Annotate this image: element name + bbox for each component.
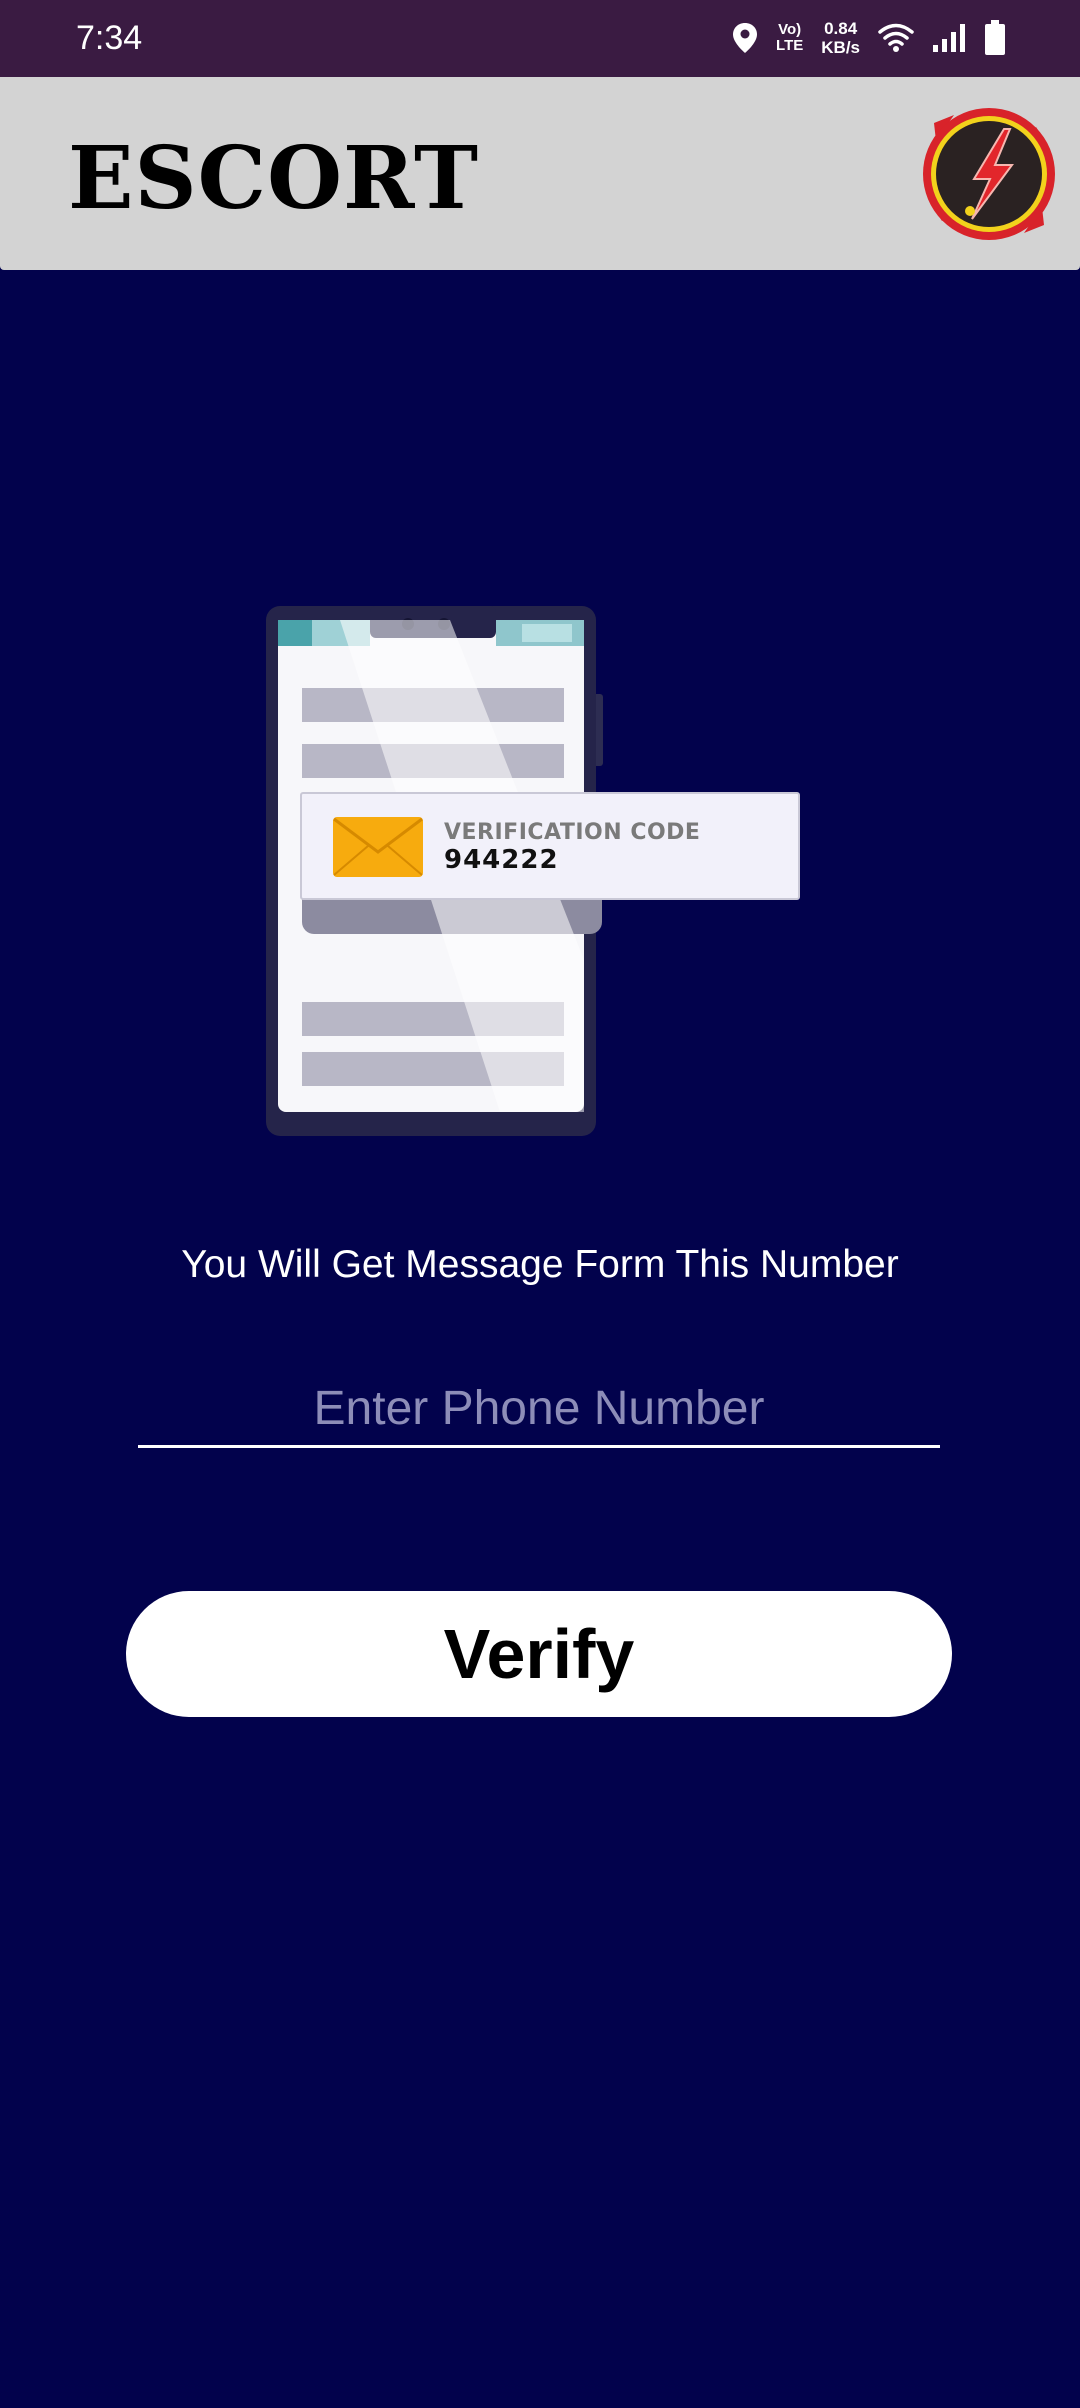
status-icons: Vo) LTE 0.84 KB/s <box>732 14 1006 62</box>
verification-card: VERIFICATION CODE 944222 <box>300 792 800 900</box>
location-icon <box>732 22 758 54</box>
network-speed: 0.84 KB/s <box>821 19 860 57</box>
verification-code-value: 944222 <box>444 845 559 875</box>
lte-label: LTE <box>776 37 804 54</box>
phone-number-input[interactable] <box>138 1372 940 1448</box>
lightning-bolt-logo-icon[interactable] <box>916 101 1062 247</box>
volte-lte-icon: Vo) LTE <box>776 22 803 54</box>
battery-icon <box>984 20 1006 56</box>
wifi-icon <box>878 23 914 53</box>
verify-button[interactable]: Verify <box>126 1591 952 1717</box>
info-text: You Will Get Message Form This Number <box>181 1243 899 1286</box>
app-bar: ESCORT <box>0 77 1080 270</box>
verification-code-label: VERIFICATION CODE <box>444 820 701 845</box>
volte-label: Vo) <box>778 21 802 38</box>
status-bar: 7:34 Vo) LTE 0.84 KB/s <box>0 0 1080 77</box>
app-title: ESCORT <box>68 128 479 229</box>
network-speed-unit: KB/s <box>821 38 860 57</box>
status-time: 7:34 <box>76 19 143 57</box>
network-speed-value: 0.84 <box>824 19 858 38</box>
envelope-icon <box>332 816 424 878</box>
signal-icon <box>932 23 966 53</box>
